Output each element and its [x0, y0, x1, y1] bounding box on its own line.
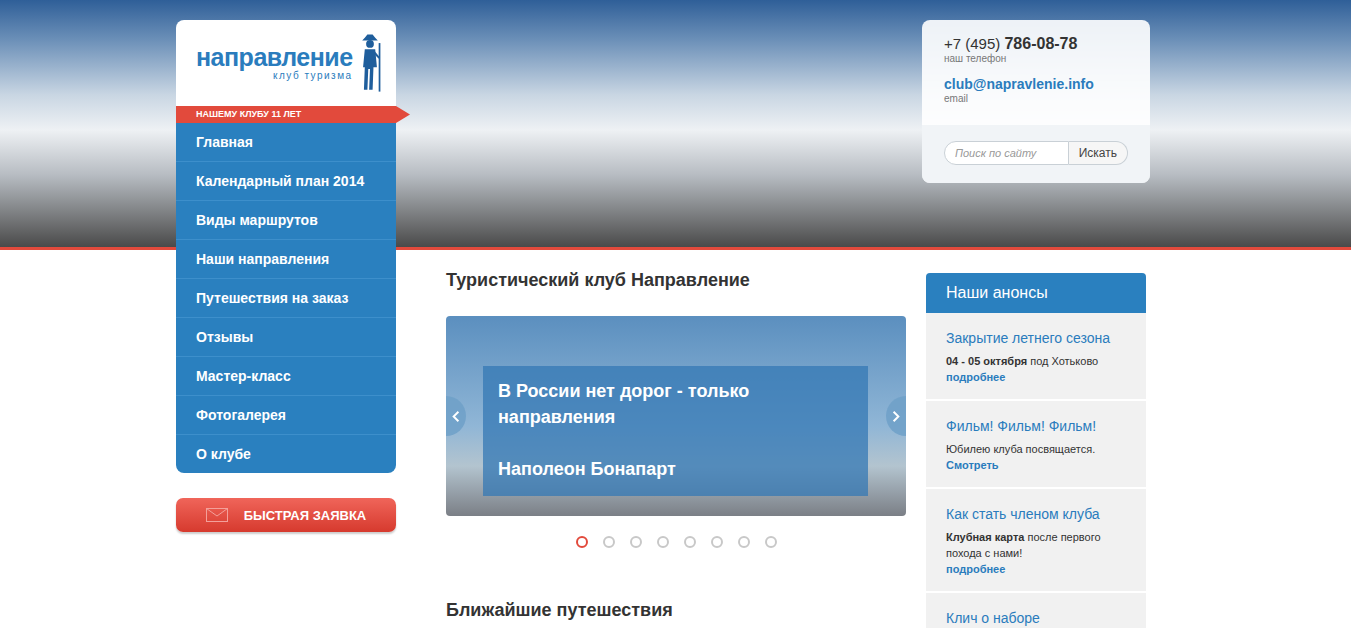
logo-name: направление	[196, 45, 353, 70]
nav-item[interactable]: Виды маршрутов	[176, 200, 396, 239]
contact-box: +7 (495) 786-08-78наш телефон club@naprav…	[922, 20, 1150, 183]
announcement-title[interactable]: Как стать членом клуба	[946, 505, 1126, 523]
quick-request-label: БЫСТРАЯ ЗАЯВКА	[244, 508, 367, 523]
anniversary-ribbon: НАШЕМУ КЛУБУ 11 ЛЕТ	[176, 106, 410, 123]
upcoming-title: Ближайшие путешествия	[446, 598, 906, 622]
right-column: +7 (495) 786-08-78наш телефон club@naprav…	[926, 20, 1146, 628]
nav-item[interactable]: Главная	[176, 123, 396, 161]
slider-dots	[446, 536, 906, 548]
slider-dot[interactable]	[765, 536, 777, 548]
chevron-right-icon	[892, 410, 900, 423]
main-nav: ГлавнаяКалендарный план 2014Виды маршрут…	[176, 123, 396, 473]
search-input[interactable]	[944, 141, 1069, 165]
announcement: Как стать членом клуба Клубная карта посл…	[926, 487, 1146, 591]
announcement-text: Юбилею клуба посвящается.	[946, 441, 1126, 457]
logo[interactable]: направлениеклуб туризма	[176, 20, 396, 106]
slide-author: Наполеон Бонапарт	[498, 456, 853, 482]
slider: В России нет дорог - только направления Н…	[446, 316, 906, 516]
logo-text: направлениеклуб туризма	[196, 45, 353, 81]
center-column: Туристический клуб Направление В России н…	[446, 20, 906, 628]
slider-dot[interactable]	[630, 536, 642, 548]
email-label: email	[944, 93, 1128, 105]
announcements: Наши анонсы Закрытие летнего сезона 04 - 0…	[926, 273, 1146, 628]
announcement-link[interactable]: Смотреть	[946, 457, 1126, 473]
nav-item[interactable]: Календарный план 2014	[176, 161, 396, 200]
slider-dot[interactable]	[684, 536, 696, 548]
nav-item[interactable]: Фотогалерея	[176, 395, 396, 434]
nav-item[interactable]: О клубе	[176, 434, 396, 473]
main-title: Туристический клуб Направление	[446, 268, 906, 292]
announcement-title[interactable]: Фильм! Фильм! Фильм!	[946, 417, 1126, 435]
logo-tagline: клуб туризма	[196, 70, 353, 81]
announcement-title[interactable]: Клич о наборе	[946, 609, 1126, 627]
quick-request-button[interactable]: БЫСТРАЯ ЗАЯВКА	[176, 498, 396, 532]
nav-item[interactable]: Отзывы	[176, 317, 396, 356]
left-column: направлениеклуб туризмаНАШЕМУ КЛУБУ 11 Л…	[176, 20, 396, 532]
slider-dot[interactable]	[711, 536, 723, 548]
announcement: Фильм! Фильм! Фильм! Юбилею клуба посвяща…	[926, 399, 1146, 487]
phone-label: наш телефон	[944, 53, 1128, 65]
layout: направлениеклуб туризма НАШЕМУ КЛУБУ 11 Л…	[176, 0, 1146, 628]
email-link[interactable]: club@napravlenie.info	[944, 75, 1128, 93]
announcement-link[interactable]: подробнее	[946, 561, 1126, 577]
nav-item[interactable]: Путешествия на заказ	[176, 278, 396, 317]
page: направлениеклуб туризма НАШЕМУ КЛУБУ 11 Л…	[0, 0, 1351, 628]
slide-quote: В России нет дорог - только направления	[498, 378, 853, 430]
slider-dot[interactable]	[576, 536, 588, 548]
phone: +7 (495) 786-08-78	[944, 35, 1128, 53]
nav-item[interactable]: Наши направления	[176, 239, 396, 278]
announcement-text: Клубная карта после первого похода с нам…	[946, 529, 1126, 561]
chevron-left-icon	[452, 410, 460, 423]
announcements-title: Наши анонсы	[926, 273, 1146, 313]
slider-dot[interactable]	[657, 536, 669, 548]
announcement: Клич о наборе	[926, 591, 1146, 628]
announcement-title[interactable]: Закрытие летнего сезона	[946, 329, 1126, 347]
slider-dot[interactable]	[603, 536, 615, 548]
announcement-link[interactable]: подробнее	[946, 369, 1126, 385]
announcement-text: 04 - 05 октября под Хотьково	[946, 353, 1126, 369]
search-bar: Искать	[922, 125, 1150, 183]
slide-caption: В России нет дорог - только направления Н…	[483, 366, 868, 496]
slider-dot[interactable]	[738, 536, 750, 548]
search-button[interactable]: Искать	[1069, 141, 1128, 165]
hiker-icon	[357, 29, 383, 97]
nav-item[interactable]: Мастер-класс	[176, 356, 396, 395]
announcement: Закрытие летнего сезона 04 - 05 октября п…	[926, 313, 1146, 399]
envelope-icon	[206, 508, 228, 522]
